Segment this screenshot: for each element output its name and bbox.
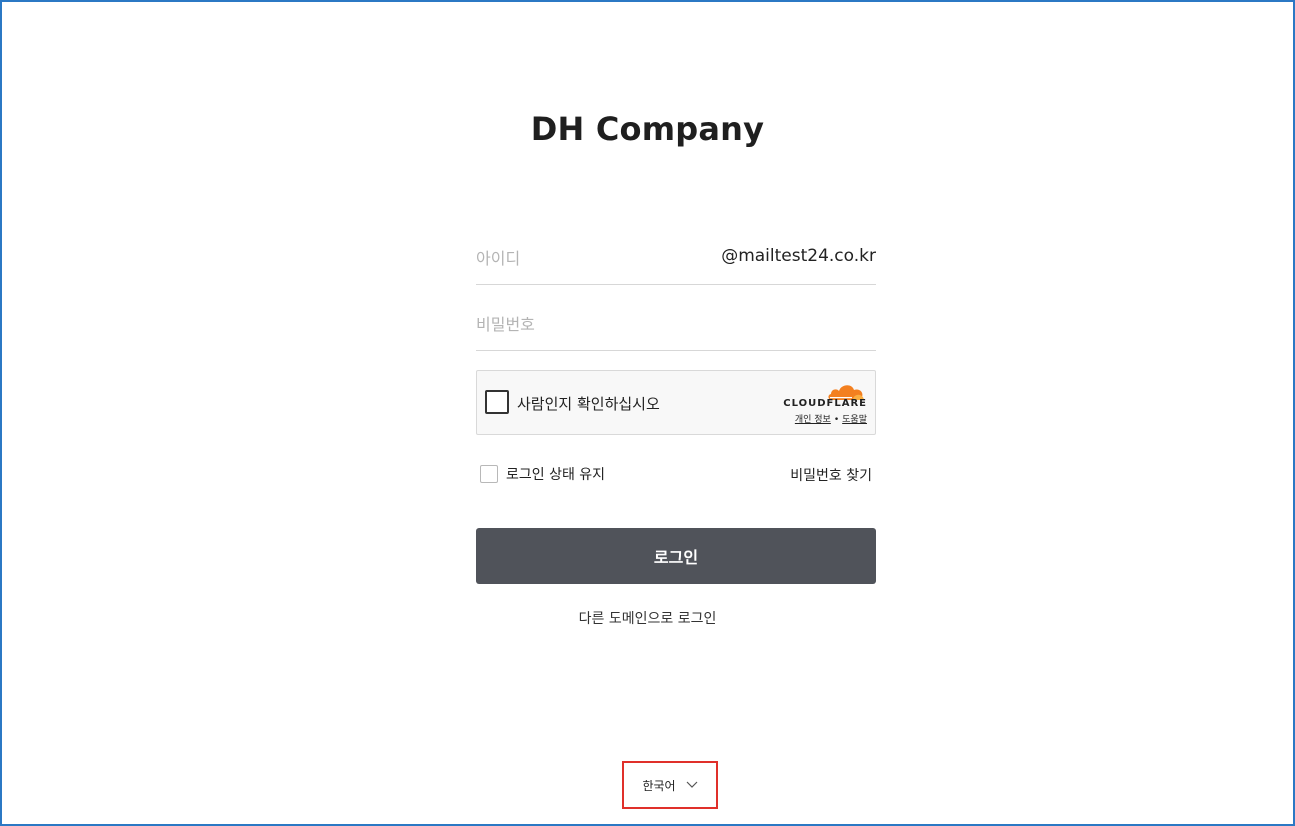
captcha-widget: 사람인지 확인하십시오 CLOUDFLARE 개인 정보 • 도움말: [476, 370, 876, 435]
captcha-checkbox[interactable]: [485, 390, 509, 414]
page-title: DH Company: [530, 110, 765, 148]
login-button[interactable]: 로그인: [476, 528, 876, 584]
link-separator: •: [833, 415, 840, 425]
cloudflare-logo-text: CLOUDFLARE: [783, 398, 867, 409]
keep-login-label: 로그인 상태 유지: [506, 467, 606, 483]
captcha-help-link[interactable]: 도움말: [842, 415, 867, 425]
chevron-down-icon: [686, 781, 697, 788]
keep-login-checkbox[interactable]: [480, 465, 498, 483]
id-input[interactable]: [476, 232, 726, 284]
keep-login-option[interactable]: 로그인 상태 유지: [480, 464, 605, 484]
login-page: DH Company @mailtest24.co.kr 사람인지 확인하십시오…: [0, 0, 1295, 826]
password-input[interactable]: [476, 298, 726, 350]
captcha-label: 사람인지 확인하십시오: [517, 395, 660, 413]
language-selector[interactable]: 한국어: [622, 761, 718, 809]
mail-domain-label: @mailtest24.co.kr: [721, 246, 876, 266]
other-domain-login-link[interactable]: 다른 도메인으로 로그인: [579, 611, 717, 627]
language-label: 한국어: [642, 778, 676, 793]
find-password-link[interactable]: 비밀번호 찾기: [790, 465, 872, 485]
id-field-row: @mailtest24.co.kr: [476, 232, 876, 285]
captcha-links: 개인 정보 • 도움말: [795, 412, 867, 425]
other-domain-row: 다른 도메인으로 로그인: [2, 608, 1293, 628]
password-field-row: [476, 298, 876, 351]
captcha-privacy-link[interactable]: 개인 정보: [795, 415, 831, 425]
